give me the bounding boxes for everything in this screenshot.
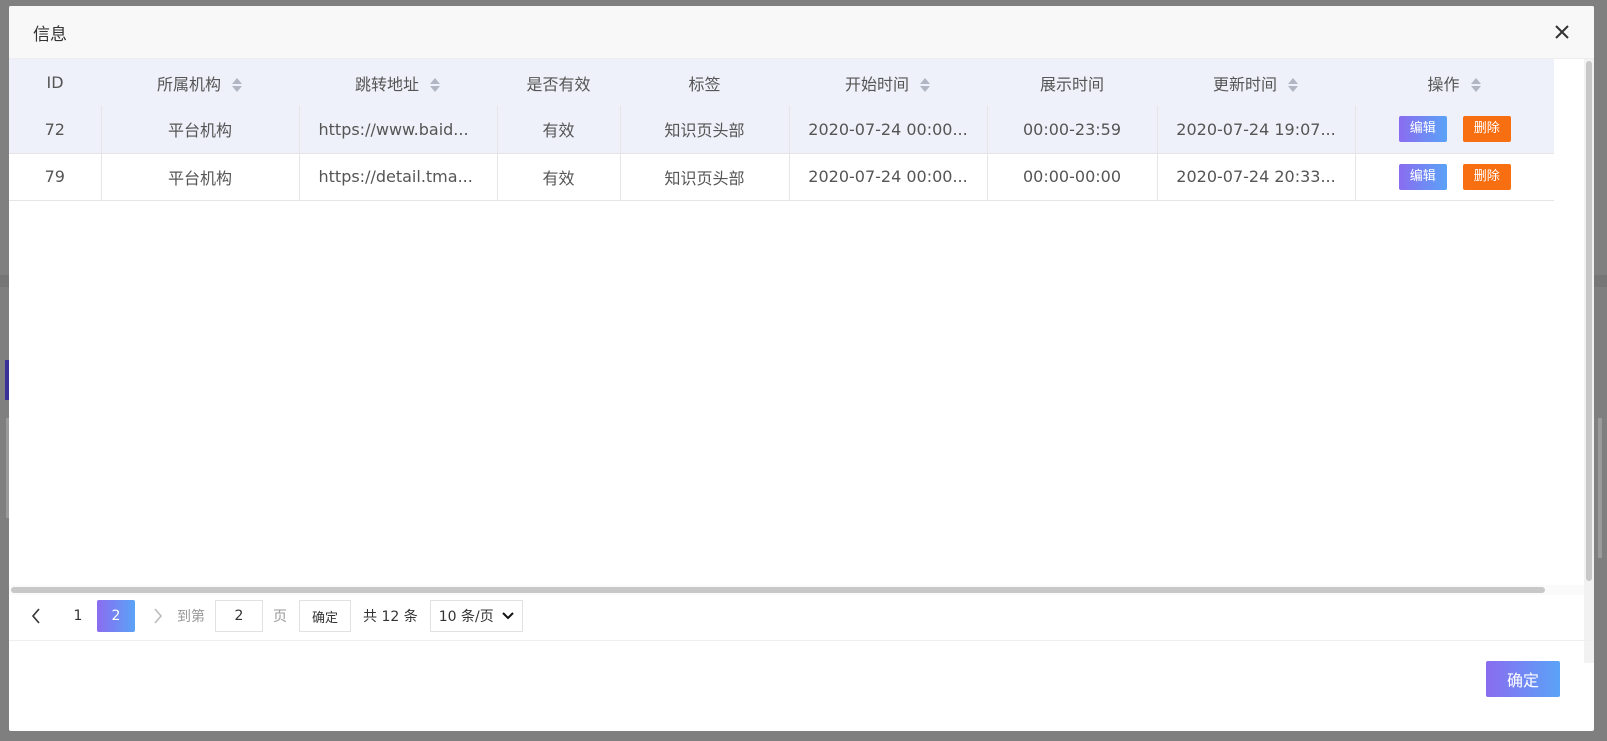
close-icon[interactable] (1550, 20, 1574, 44)
column-header-label: 跳转地址 (354, 74, 419, 94)
page-unit-label: 页 (273, 609, 287, 625)
page-1-button[interactable]: 1 (59, 600, 97, 632)
horizontal-scrollbar[interactable] (9, 585, 1584, 595)
cell-id: 79 (9, 153, 102, 201)
horizontal-scrollbar-thumb[interactable] (11, 587, 1545, 593)
cell-updated-time: 2020-07-24 19:07... (1157, 106, 1356, 154)
background-panel-edge-right (1598, 418, 1602, 558)
vertical-scrollbar-thumb[interactable] (1586, 61, 1592, 581)
column-header: ID (9, 59, 101, 106)
page-2-button[interactable]: 2 (97, 600, 135, 632)
total-count: 共 12 条 (363, 609, 418, 625)
prev-page-icon[interactable] (21, 601, 51, 631)
column-header-label: ID (46, 73, 64, 92)
page-size-value: 10 条/页 (438, 609, 494, 625)
ok-button[interactable]: 确定 (1486, 661, 1560, 697)
column-header: 展示时间 (987, 59, 1157, 106)
cell-actions: 编辑 删除 (1355, 106, 1554, 154)
cell-show-time: 00:00-00:00 (987, 153, 1158, 201)
sort-icon[interactable] (1470, 77, 1482, 93)
column-header[interactable]: 开始时间 (789, 59, 987, 106)
dialog-header: 信息 (9, 6, 1594, 59)
column-header-label: 展示时间 (1039, 74, 1104, 94)
cell-tag: 知识页头部 (620, 153, 790, 201)
goto-page-input[interactable] (215, 600, 263, 632)
column-header[interactable]: 更新时间 (1157, 59, 1355, 106)
info-dialog: 信息 ID 所属机构 跳转地址 是否有效 标签 开始时间 展示时间 更新时间 操作 72 平台机构… (9, 6, 1594, 731)
cell-actions: 编辑 删除 (1355, 153, 1554, 201)
cell-tag: 知识页头部 (620, 106, 790, 154)
chevron-down-icon (502, 612, 514, 620)
cell-start-time: 2020-07-24 00:00... (789, 106, 988, 154)
dialog-footer: 确定 (9, 640, 1594, 731)
column-header-label: 标签 (688, 74, 721, 94)
dialog-body: ID 所属机构 跳转地址 是否有效 标签 开始时间 展示时间 更新时间 操作 72 平台机构 htt… (9, 59, 1594, 663)
column-header-label: 开始时间 (844, 74, 909, 94)
goto-label: 到第 (177, 609, 205, 625)
table-row[interactable]: 79 平台机构 https://detail.tma... 有效 知识页头部 2020-0… (9, 153, 1554, 201)
cell-valid: 有效 (497, 106, 621, 154)
cell-start-time: 2020-07-24 00:00... (789, 153, 988, 201)
data-table: ID 所属机构 跳转地址 是否有效 标签 开始时间 展示时间 更新时间 操作 72 平台机构 htt… (9, 59, 1554, 201)
cell-org: 平台机构 (101, 106, 300, 154)
vertical-scrollbar[interactable] (1584, 59, 1594, 663)
cell-id: 72 (9, 106, 102, 154)
pagination: 1 2 到第 页 确定 共 12 条 10 条/页 (21, 599, 523, 633)
page-size-select[interactable]: 10 条/页 (429, 600, 523, 632)
dialog-title: 信息 (33, 24, 67, 45)
delete-button[interactable]: 删除 (1462, 163, 1511, 190)
column-header-label: 操作 (1427, 74, 1460, 94)
column-header: 标签 (620, 59, 789, 106)
sort-icon[interactable] (919, 77, 931, 93)
edit-button[interactable]: 编辑 (1398, 116, 1447, 143)
column-header[interactable]: 操作 (1355, 59, 1554, 106)
table-header-row: ID 所属机构 跳转地址 是否有效 标签 开始时间 展示时间 更新时间 操作 (9, 59, 1554, 106)
goto-confirm-button[interactable]: 确定 (299, 600, 352, 632)
edit-button[interactable]: 编辑 (1398, 163, 1447, 190)
column-header-label: 更新时间 (1212, 74, 1277, 94)
column-header: 是否有效 (497, 59, 620, 106)
cell-url: https://detail.tma... (299, 153, 498, 201)
column-header-label: 所属机构 (156, 74, 221, 94)
column-header[interactable]: 所属机构 (101, 59, 299, 106)
column-header[interactable]: 跳转地址 (299, 59, 497, 106)
table-row[interactable]: 72 平台机构 https://www.baid... 有效 知识页头部 2020-07-… (9, 106, 1554, 154)
cell-valid: 有效 (497, 153, 621, 201)
cell-org: 平台机构 (101, 153, 300, 201)
next-page-icon[interactable] (143, 601, 173, 631)
delete-button[interactable]: 删除 (1462, 116, 1511, 143)
sort-icon[interactable] (231, 77, 243, 93)
cell-url: https://www.baid... (299, 106, 498, 154)
sort-icon[interactable] (1287, 77, 1299, 93)
sort-icon[interactable] (429, 77, 441, 93)
column-header-label: 是否有效 (526, 74, 591, 94)
cell-updated-time: 2020-07-24 20:33... (1157, 153, 1356, 201)
data-table-container: ID 所属机构 跳转地址 是否有效 标签 开始时间 展示时间 更新时间 操作 72 平台机构 htt… (9, 59, 1584, 599)
cell-show-time: 00:00-23:59 (987, 106, 1158, 154)
